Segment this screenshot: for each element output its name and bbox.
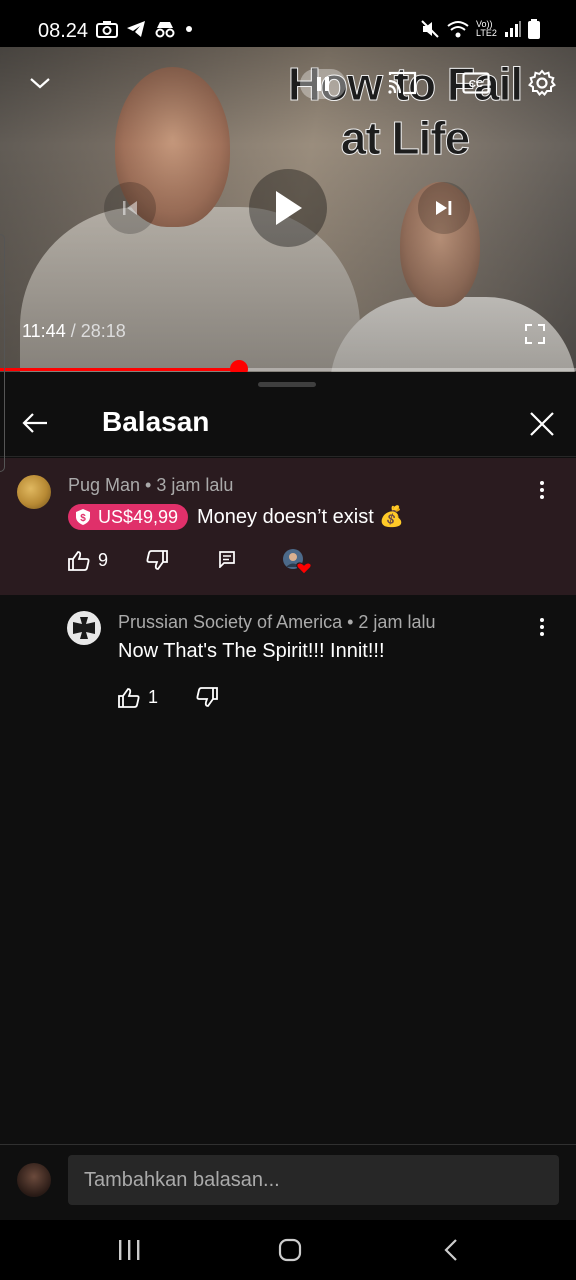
svg-text:CC: CC <box>469 79 483 90</box>
back-button[interactable] <box>18 406 52 440</box>
replies-panel: Balasan Pug Man • 3 jam lalu $ US$49,99 … <box>0 372 576 1144</box>
battery-icon <box>528 19 540 39</box>
reply-author[interactable]: Prussian Society of America <box>118 612 342 632</box>
duration: 28:18 <box>80 321 126 341</box>
play-button[interactable] <box>249 169 327 247</box>
thumbs-up-icon <box>118 687 140 708</box>
meta-separator: • <box>140 475 157 495</box>
cast-icon <box>388 71 417 95</box>
previous-button[interactable] <box>104 182 156 234</box>
reply-icon <box>219 551 235 568</box>
more-vertical-icon <box>540 481 544 499</box>
dot-icon <box>186 26 192 32</box>
back-chevron-icon <box>444 1239 457 1261</box>
drag-handle[interactable] <box>258 382 316 387</box>
super-thanks-icon: $ <box>76 509 90 525</box>
progress-scrubber[interactable] <box>229 360 248 372</box>
chevron-down-icon <box>30 78 50 89</box>
minimize-button[interactable] <box>22 65 58 101</box>
current-time: 11:44 <box>22 321 66 341</box>
reply-time: 2 jam lalu <box>358 612 436 632</box>
reply-item: Prussian Society of America • 2 jam lalu… <box>0 595 576 715</box>
home-icon <box>278 1238 302 1262</box>
telegram-icon <box>127 21 145 37</box>
skip-next-icon <box>436 201 452 215</box>
network-label: Vo)) LTE2 <box>476 19 497 38</box>
more-vertical-icon <box>540 618 544 636</box>
creator-heart-icon <box>282 548 312 575</box>
comment-meta: Pug Man • 3 jam lalu <box>68 475 233 496</box>
cast-button[interactable] <box>382 65 422 101</box>
panel-header: Balasan <box>0 392 576 457</box>
status-time: 08.24 <box>38 20 89 42</box>
close-icon <box>530 412 554 436</box>
skip-previous-icon <box>123 201 137 215</box>
like-count: 1 <box>148 687 159 707</box>
comment-text: Money doesn’t exist 💰 <box>197 506 405 528</box>
captions-icon: CC <box>462 72 490 94</box>
reply-text: Now That's The Spirit!!! Innit!!! <box>118 640 385 662</box>
wifi-icon <box>447 21 469 38</box>
captions-button[interactable]: CC <box>456 65 496 101</box>
thumbs-down-icon <box>196 687 218 707</box>
panel-title: Balasan <box>102 406 210 437</box>
comment-time: 3 jam lalu <box>156 475 234 495</box>
reply-bar <box>0 1144 576 1220</box>
video-player[interactable]: How to Fail at Life CC 11:44 / 28:18 <box>0 47 576 372</box>
recent-apps-button[interactable] <box>104 1230 154 1270</box>
progress-fill <box>0 368 239 371</box>
status-system-icons: Vo)) LTE2 <box>420 19 540 39</box>
camera-icon <box>96 21 118 38</box>
incognito-icon <box>155 22 175 38</box>
meta-separator: • <box>342 612 359 632</box>
signal-icon <box>505 21 521 37</box>
progress-bar[interactable] <box>0 360 576 372</box>
highlighted-comment: Pug Man • 3 jam lalu $ US$49,99 Money do… <box>0 458 576 595</box>
gear-icon <box>528 69 556 97</box>
reply-input[interactable] <box>68 1155 559 1205</box>
settings-button[interactable] <box>522 63 562 103</box>
close-button[interactable] <box>524 406 560 442</box>
fullscreen-button[interactable] <box>518 317 552 351</box>
user-avatar <box>17 1163 51 1197</box>
recent-apps-icon <box>119 1240 140 1260</box>
reply-meta: Prussian Society of America • 2 jam lalu <box>118 612 435 633</box>
side-edge-handle[interactable] <box>0 234 5 472</box>
reply-button[interactable] <box>218 550 236 568</box>
thumbs-down-icon <box>146 550 168 570</box>
status-bar: 08.24 Vo)) LTE2 <box>0 0 576 47</box>
like-button[interactable]: 1 <box>118 687 158 708</box>
arrow-left-icon <box>22 413 47 433</box>
like-count: 9 <box>98 550 109 570</box>
fullscreen-icon <box>525 324 545 344</box>
dislike-button[interactable] <box>146 550 168 570</box>
status-notification-icons <box>96 20 194 38</box>
dislike-button[interactable] <box>196 687 218 707</box>
like-button[interactable]: 9 <box>68 550 108 571</box>
back-nav-button[interactable] <box>426 1230 476 1270</box>
next-button[interactable] <box>418 182 470 234</box>
home-button[interactable] <box>265 1230 315 1270</box>
pause-icon <box>317 77 329 91</box>
time-separator: / <box>65 321 81 341</box>
time-readout: 11:44 / 28:18 <box>22 321 126 342</box>
superchat-badge: $ US$49,99 <box>68 504 189 530</box>
reply-menu-button[interactable] <box>530 613 554 641</box>
navigation-bar <box>0 1220 576 1280</box>
avatar[interactable] <box>67 611 101 645</box>
thumbs-up-icon <box>68 550 90 571</box>
comment-author[interactable]: Pug Man <box>68 475 140 495</box>
play-icon <box>276 191 302 225</box>
svg-text:$: $ <box>80 513 86 524</box>
avatar[interactable] <box>17 475 51 509</box>
superchat-amount: US$49,99 <box>98 506 179 527</box>
iron-cross-icon <box>73 617 95 639</box>
autoplay-toggle[interactable] <box>300 69 346 99</box>
mute-icon <box>421 20 439 38</box>
comment-menu-button[interactable] <box>530 476 554 504</box>
